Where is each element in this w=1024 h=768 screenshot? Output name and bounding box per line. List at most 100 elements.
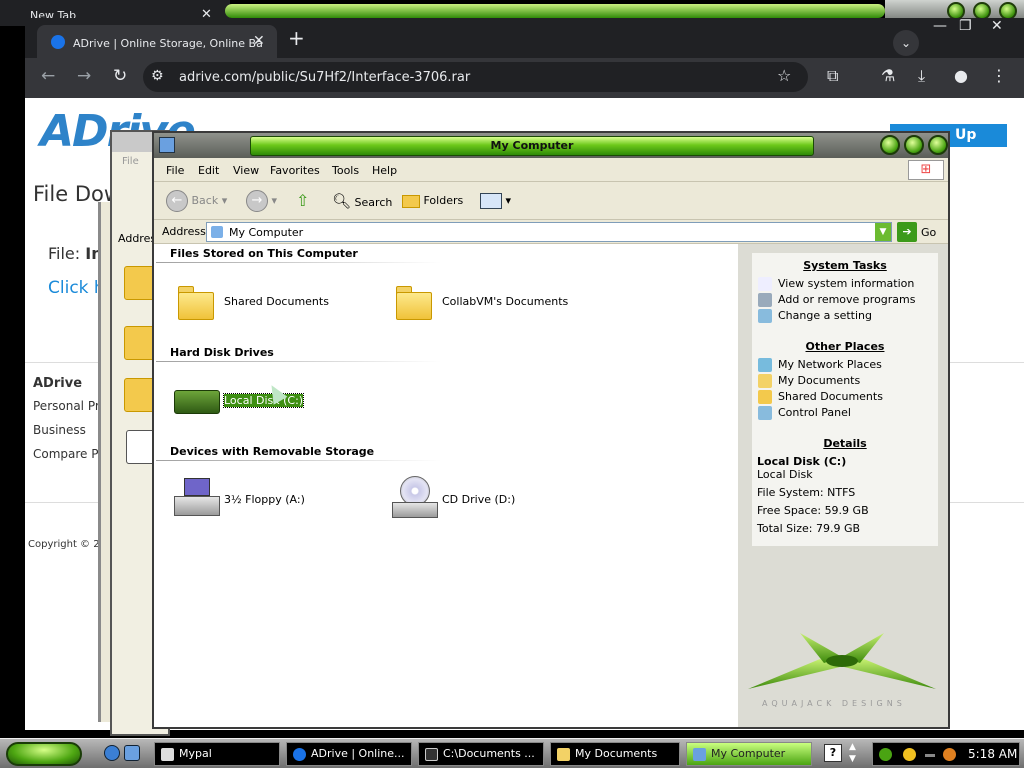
address-input[interactable]: My Computer ▼: [206, 222, 892, 242]
details-header[interactable]: Details: [752, 437, 938, 450]
taskbar-item-my-documents[interactable]: My Documents: [550, 742, 680, 766]
back-arrow-icon: ←: [166, 190, 188, 212]
menu-kebab-icon[interactable]: ⋮: [991, 66, 1007, 85]
other-places-header[interactable]: Other Places: [752, 340, 938, 353]
close-orb-icon[interactable]: [928, 135, 948, 155]
dropdown-arrow-icon[interactable]: ▼: [875, 223, 891, 241]
reload-icon[interactable]: ↻: [113, 66, 127, 86]
task-label: My Computer: [711, 747, 786, 760]
menu-edit[interactable]: Edit: [198, 164, 219, 177]
copyright: Copyright © 20: [28, 539, 106, 550]
x-logo-icon: [748, 633, 936, 689]
footer-link-personal[interactable]: Personal Pr: [33, 399, 100, 413]
search-button[interactable]: 🔍︎ Search: [332, 190, 392, 212]
footer-link-compare[interactable]: Compare Pl: [33, 447, 102, 461]
floppy-drive-icon[interactable]: [174, 478, 220, 518]
my-documents-link[interactable]: My Documents: [758, 374, 860, 388]
menu-help[interactable]: Help: [372, 164, 397, 177]
site-info-icon[interactable]: ⚙: [151, 68, 164, 84]
window-titlebar[interactable]: My Computer: [154, 133, 948, 158]
go-arrow-icon[interactable]: ➔: [897, 222, 917, 242]
my-computer-window: My Computer File Edit View Favorites Too…: [152, 131, 950, 729]
footer-link-business[interactable]: Business: [33, 423, 86, 437]
control-panel-link[interactable]: Control Panel: [758, 406, 851, 420]
extensions-icon[interactable]: ⧉: [827, 66, 838, 86]
help-icon[interactable]: ?: [824, 744, 842, 762]
forward-button[interactable]: → ▾: [246, 190, 277, 212]
outlook-express-icon[interactable]: [124, 745, 140, 761]
link-label: View system information: [778, 277, 915, 290]
address-bar[interactable]: ⚙ adrive.com/public/Su7Hf2/Interface-370…: [143, 62, 808, 92]
my-documents-icon: [557, 748, 570, 761]
section-files-stored: Files Stored on This Computer: [170, 247, 358, 260]
new-tab-icon[interactable]: +: [288, 26, 305, 50]
change-setting-link[interactable]: Change a setting: [758, 309, 872, 323]
floppy-drive-label[interactable]: 3½ Floppy (A:): [224, 493, 305, 506]
back-button[interactable]: ← Back ▾: [166, 190, 227, 212]
forward-arrow-icon[interactable]: →: [77, 66, 91, 86]
task-label: ADrive | Online...: [311, 747, 405, 760]
security-shield-icon[interactable]: [903, 748, 916, 761]
add-remove-programs-icon: [758, 293, 772, 307]
menu-tools[interactable]: Tools: [332, 164, 359, 177]
add-remove-programs-link[interactable]: Add or remove programs: [758, 293, 916, 307]
cd-drive-icon[interactable]: [392, 476, 438, 520]
click-here-link[interactable]: Click h: [48, 278, 105, 298]
taskbar-item-mypal[interactable]: Mypal: [154, 742, 280, 766]
taskbar-item-adrive[interactable]: ADrive | Online...: [286, 742, 412, 766]
link-label: My Documents: [778, 374, 861, 387]
back-arrow-icon[interactable]: ←: [41, 66, 55, 86]
computer-icon: [693, 748, 706, 761]
up-folder-icon[interactable]: ⇧: [296, 190, 309, 212]
tray-scroll-arrows-icon[interactable]: ▲ ▼: [849, 741, 856, 765]
shared-documents-link[interactable]: Shared Documents: [758, 390, 883, 404]
file-label: File: In: [48, 244, 103, 263]
shared-documents-folder-icon[interactable]: [178, 286, 214, 320]
start-button[interactable]: [6, 742, 82, 766]
close-window-icon[interactable]: ✕: [991, 18, 1003, 34]
profile-icon[interactable]: ●: [954, 66, 968, 85]
minimize-orb-icon[interactable]: [880, 135, 900, 155]
folders-icon: [402, 194, 420, 208]
collabvm-documents-label[interactable]: CollabVM's Documents: [442, 295, 568, 308]
my-network-places-link[interactable]: My Network Places: [758, 358, 882, 372]
control-panel-icon: [758, 309, 772, 323]
system-tasks-header[interactable]: System Tasks: [752, 259, 938, 272]
menu-favorites[interactable]: Favorites: [270, 164, 320, 177]
internet-explorer-icon[interactable]: [104, 745, 120, 761]
menu-view[interactable]: View: [233, 164, 259, 177]
collabvm-documents-folder-icon[interactable]: [396, 286, 432, 320]
minimize-icon[interactable]: —: [933, 18, 947, 34]
taskbar-item-my-computer[interactable]: My Computer: [686, 742, 812, 766]
download-icon[interactable]: ⤓: [918, 66, 925, 86]
section-removable-storage: Devices with Removable Storage: [170, 445, 375, 458]
mypal-icon: [161, 748, 174, 761]
network-places-icon: [758, 358, 772, 372]
local-disk-label[interactable]: Local Disk (C:): [222, 393, 305, 408]
go-button[interactable]: Go: [921, 226, 936, 239]
content-pane: Files Stored on This Computer Shared Doc…: [154, 244, 738, 727]
close-tab-icon[interactable]: ✕: [253, 33, 265, 49]
labs-flask-icon[interactable]: ⚗: [881, 66, 895, 85]
bookmark-star-icon[interactable]: ☆: [777, 66, 791, 85]
folders-button[interactable]: Folders: [402, 190, 463, 212]
shared-documents-label[interactable]: Shared Documents: [224, 295, 329, 308]
toolbar: ← Back ▾ → ▾ ⇧ 🔍︎ Search Folders ▾: [154, 182, 948, 220]
search-tray-icon[interactable]: [943, 748, 956, 761]
address-value: My Computer: [229, 226, 304, 239]
volume-icon[interactable]: [925, 754, 935, 757]
local-disk-icon[interactable]: [174, 390, 220, 414]
clock[interactable]: 5:18 AM: [968, 747, 1017, 761]
tray-arrow-icon[interactable]: [879, 748, 892, 761]
taskbar: Mypal ADrive | Online... C:\Documents ..…: [0, 738, 1024, 768]
restore-icon[interactable]: ❐: [959, 18, 972, 34]
tab-search-icon[interactable]: ⌄: [893, 30, 919, 56]
maximize-orb-icon[interactable]: [904, 135, 924, 155]
views-button[interactable]: ▾: [480, 190, 511, 212]
menu-file[interactable]: File: [166, 164, 184, 177]
taskbar-item-documents-path[interactable]: C:\Documents ...: [418, 742, 544, 766]
browser-tab-active[interactable]: ADrive | Online Storage, Online Ba ✕: [37, 25, 277, 60]
views-icon: [480, 193, 502, 209]
cd-drive-label[interactable]: CD Drive (D:): [442, 493, 515, 506]
view-system-info-link[interactable]: View system information: [758, 277, 914, 291]
